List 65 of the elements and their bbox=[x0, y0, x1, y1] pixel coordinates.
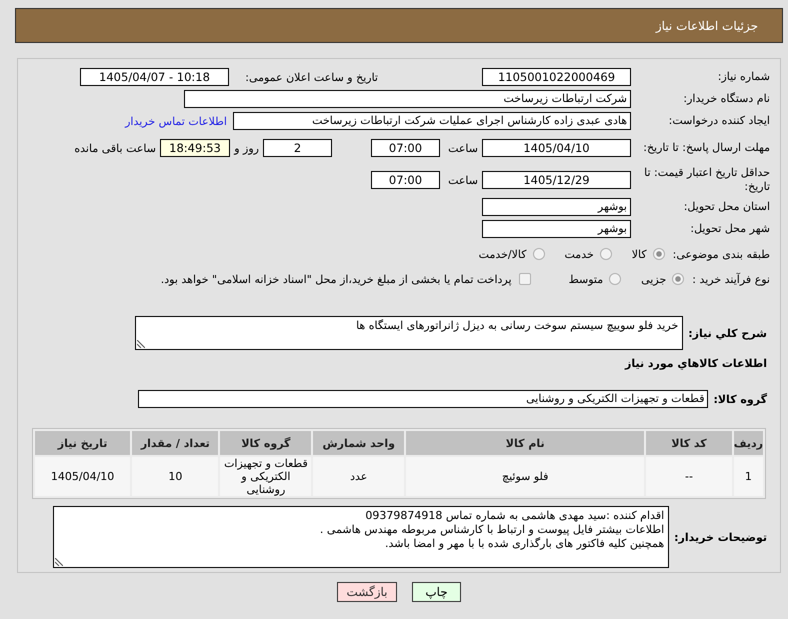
radio-label: متوسط bbox=[568, 272, 604, 286]
time-field[interactable]: 07:00 bbox=[371, 171, 440, 189]
column-header: واحد شمارش bbox=[313, 431, 404, 455]
field-label: حداقل تاریخ اعتبار قیمت: تا تاریخ: bbox=[644, 166, 770, 193]
value-field[interactable]: شرکت ارتباطات زیرساخت bbox=[184, 90, 631, 108]
field-label: گروه کالا: bbox=[713, 392, 767, 406]
table-cell: -- bbox=[646, 457, 732, 496]
field-label: ساعت bbox=[448, 142, 478, 154]
field-label: شهر محل تحویل: bbox=[690, 222, 770, 235]
field-label: شرح کلي نياز: bbox=[688, 326, 767, 340]
contact-link[interactable]: اطلاعات تماس خریدار bbox=[125, 114, 227, 128]
column-header: تعداد / مقدار bbox=[132, 431, 218, 455]
radio-button[interactable] bbox=[652, 248, 665, 260]
checkbox[interactable] bbox=[518, 273, 531, 285]
value-field[interactable]: بوشهر bbox=[482, 220, 631, 238]
time-field[interactable]: 07:00 bbox=[371, 139, 440, 157]
table-cell: 1 bbox=[734, 457, 763, 496]
field-label: روز و bbox=[234, 142, 259, 154]
description-field[interactable]: خرید فلو سوییچ سیستم سوخت رسانی به دیزل ژانراتورهای ایستگاه ها bbox=[135, 316, 684, 350]
radio-label: خدمت bbox=[564, 248, 594, 260]
field-label: ایجاد کننده درخواست: bbox=[668, 114, 770, 127]
field-label: شماره نیاز: bbox=[718, 70, 770, 83]
field-label: نام دستگاه خریدار: bbox=[683, 92, 770, 105]
table-cell: 1405/04/10 bbox=[35, 457, 130, 496]
remaining-time-field[interactable]: 18:49:53 bbox=[160, 139, 230, 157]
column-header: ردیف bbox=[734, 431, 763, 455]
radio-button[interactable] bbox=[600, 248, 612, 260]
value-field[interactable]: قطعات و تجهیزات الکتریکی و روشنایی bbox=[138, 390, 708, 408]
page-title: جزئیات اطلاعات نیاز bbox=[656, 18, 758, 32]
radio-label: جزیی bbox=[641, 272, 666, 286]
field-label: توضیحات خریدار: bbox=[674, 530, 767, 544]
checkbox-label: پرداخت تمام یا بخشی از مبلغ خرید،از محل "اسناد خزانه اسلامی" خواهد بود. bbox=[160, 272, 512, 286]
resize-grip-icon[interactable] bbox=[137, 340, 145, 348]
value-field[interactable]: 1405/04/07 - 10:18 bbox=[80, 68, 229, 86]
table-cell: عدد bbox=[313, 457, 404, 496]
print-button[interactable]: چاپ bbox=[412, 582, 461, 602]
section-heading: اطلاعات کالاهاي مورد نياز bbox=[625, 356, 767, 372]
table-cell: قطعات و تجهیزات الکتریکی و روشنایی bbox=[220, 457, 312, 496]
value-field[interactable]: بوشهر bbox=[482, 198, 631, 216]
field-label: نوع فرآیند خرید : bbox=[692, 272, 770, 286]
notes-field[interactable]: اقدام کننده :سید مهدی هاشمی به شماره تماس 09379874918 اطلاعات بیشتر فایل پیوست و ارتباط با کارشناس مربوطه مهندس هاشمی . همچنین کلیه فاکتور های بارگذاری شده با با مهر و امضا باشد. bbox=[53, 506, 670, 568]
value-field[interactable]: 1105001022000469 bbox=[482, 68, 631, 86]
date-field[interactable]: 1405/12/29 bbox=[482, 171, 631, 189]
column-header: تاریخ نیاز bbox=[35, 431, 130, 455]
field-label: ساعت bbox=[448, 174, 478, 186]
field-label: مهلت ارسال پاسخ: تا تاریخ: bbox=[643, 141, 770, 154]
radio-label: کالا bbox=[632, 248, 647, 260]
column-header: گروه کالا bbox=[220, 431, 312, 455]
table-cell: فلو سوئیچ bbox=[406, 457, 644, 496]
column-header: نام کالا bbox=[406, 431, 644, 455]
value-field[interactable]: هادی عبدی زاده کارشناس اجرای عملیات شرکت ارتباطات زیرساخت bbox=[233, 112, 631, 130]
column-header: کد کالا bbox=[646, 431, 732, 455]
radio-button[interactable] bbox=[609, 273, 622, 285]
back-button[interactable]: بازگشت bbox=[337, 582, 397, 602]
radio-button[interactable] bbox=[532, 248, 544, 260]
field-label: ساعت باقی مانده bbox=[74, 142, 156, 154]
field-label: استان محل تحویل: bbox=[684, 200, 770, 213]
resize-grip-icon[interactable] bbox=[55, 558, 63, 566]
date-field[interactable]: 1405/04/10 bbox=[482, 139, 631, 157]
field-label: تاریخ و ساعت اعلان عمومی: bbox=[245, 70, 378, 84]
radio-button[interactable] bbox=[672, 273, 684, 285]
days-field[interactable]: 2 bbox=[263, 139, 332, 157]
table-cell: 10 bbox=[132, 457, 218, 496]
radio-label: کالا/خدمت bbox=[478, 248, 526, 260]
field-label: طبقه بندی موضوعی: bbox=[672, 248, 770, 260]
